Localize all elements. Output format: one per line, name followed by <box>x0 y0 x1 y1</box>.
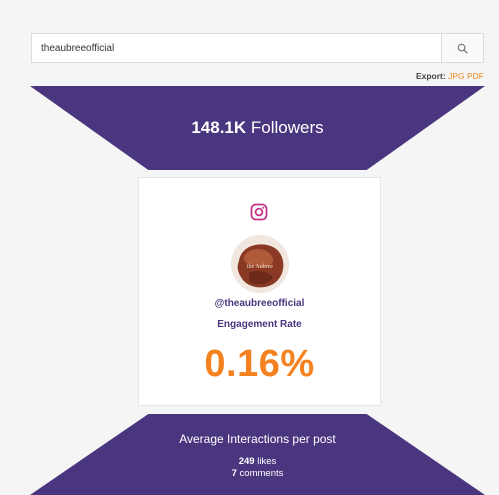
search-icon <box>457 43 468 54</box>
likes-line: 249 likes <box>30 456 485 467</box>
comments-line: 7 comments <box>30 468 485 479</box>
interactions-banner <box>30 414 485 495</box>
profile-handle[interactable]: @theaubreeofficial <box>139 298 380 309</box>
page: Export: JPG PDF 148.1K Followers the Aub… <box>0 0 499 495</box>
avatar-image: the Aubree <box>231 235 289 293</box>
search-button[interactable] <box>441 34 483 62</box>
export-pdf-link[interactable]: PDF <box>467 71 484 81</box>
engagement-label: Engagement Rate <box>217 319 302 330</box>
comments-count: 7 <box>231 468 237 479</box>
search-input[interactable] <box>32 34 443 62</box>
followers-label: Followers <box>250 118 324 137</box>
export-bar: Export: JPG PDF <box>416 71 484 81</box>
profile-card: the Aubree @theaubreeofficial Engagement… <box>138 177 381 406</box>
interactions-title: Average Interactions per post <box>179 432 336 446</box>
likes-count: 249 <box>238 456 255 467</box>
comments-label: comments <box>239 468 284 479</box>
avatar: the Aubree <box>231 235 289 293</box>
search-bar <box>31 33 484 63</box>
engagement-value: 0.16% <box>204 343 315 385</box>
followers-number: 148.1K <box>191 118 247 137</box>
likes-label: likes <box>257 456 277 467</box>
export-label: Export: <box>415 71 446 81</box>
followers-count: 148.1K Followers <box>30 118 485 138</box>
avatar-caption: the Aubree <box>247 264 273 270</box>
instagram-icon <box>250 203 268 221</box>
export-jpg-link[interactable]: JPG <box>448 71 465 81</box>
